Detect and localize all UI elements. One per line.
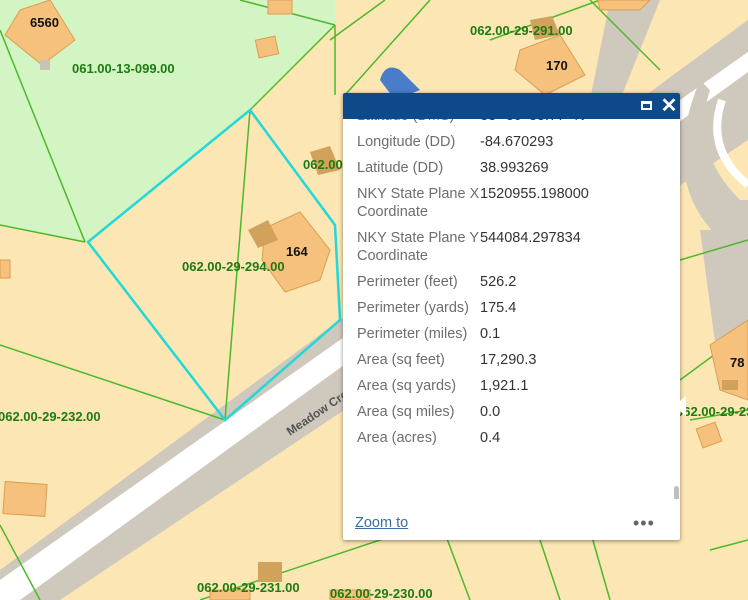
maximize-icon[interactable] <box>637 96 657 116</box>
attribute-label: Latitude (DMS) <box>357 119 480 133</box>
attribute-row: Latitude (DMS)38° 59' 35.77" N <box>357 119 667 133</box>
parcel-id-label: 062.00-29-232.00 <box>0 409 101 424</box>
attribute-value: -84.670293 <box>480 134 554 150</box>
parcel-info-popup[interactable]: ✕ Latitude (DMS)38° 59' 35.77" NLongitud… <box>343 93 686 540</box>
attribute-label: Perimeter (miles) <box>357 326 468 342</box>
attribute-row: NKY State Plane Y Coordinate 544084.29783… <box>357 229 667 273</box>
scrollbar-thumb[interactable] <box>674 486 679 499</box>
attribute-label: Latitude (DD) <box>357 160 444 176</box>
house-number-label: 6560 <box>30 15 59 30</box>
attribute-row: Area (sq yards) 1,921.1 <box>357 377 667 403</box>
attribute-label: NKY State Plane Y Coordinate <box>357 230 479 264</box>
attribute-value: 17,290.3 <box>480 352 537 368</box>
attribute-row: Latitude (DD) 38.993269 <box>357 159 667 185</box>
popup-body[interactable]: Latitude (DMS)38° 59' 35.77" NLongitude … <box>343 119 680 499</box>
attribute-value: 544084.297834 <box>480 230 581 246</box>
attribute-row: Perimeter (feet) 526.2 <box>357 273 667 299</box>
attribute-label: Area (sq feet) <box>357 352 445 368</box>
attribute-value: 38° 59' 35.77" N <box>480 119 667 133</box>
attribute-table: Latitude (DMS)38° 59' 35.77" NLongitude … <box>357 119 667 455</box>
attribute-label: Area (acres) <box>357 430 437 446</box>
attribute-value: 1,921.1 <box>480 378 529 394</box>
house-number-label: 78 <box>730 355 744 370</box>
attribute-label: Area (sq miles) <box>357 404 455 420</box>
house-number-label: 164 <box>286 244 308 259</box>
attribute-row: Perimeter (yards) 175.4 <box>357 299 667 325</box>
attribute-row: NKY State Plane X Coordinate 1520955.1980… <box>357 185 667 229</box>
parcel-id-label: 062.00-29-294.00 <box>182 259 285 274</box>
attribute-row: Perimeter (miles) 0.1 <box>357 325 667 351</box>
attribute-value: 175.4 <box>480 300 517 316</box>
attribute-row: Area (acres) 0.4 <box>357 429 667 455</box>
attribute-value: 0.4 <box>480 430 501 446</box>
popup-footer: Zoom to ••• <box>343 511 680 540</box>
parcel-id-label: 062.00 <box>303 157 343 172</box>
popup-header: ✕ <box>343 93 680 119</box>
parcel-id-label: 062.00-29-230.00 <box>330 586 433 600</box>
zoom-to-link[interactable]: Zoom to <box>355 515 408 531</box>
attribute-value: 0.0 <box>480 404 501 420</box>
close-icon[interactable]: ✕ <box>659 96 679 116</box>
attribute-value: 38.993269 <box>480 160 549 176</box>
attribute-value: 1520955.198000 <box>480 186 589 202</box>
parcel-id-label: 061.00-13-099.00 <box>72 61 175 76</box>
attribute-label: Perimeter (yards) <box>357 300 469 316</box>
parcel-id-label: 062.00-29-231.00 <box>197 580 300 595</box>
attribute-label: Area (sq yards) <box>357 378 457 394</box>
attribute-label: Perimeter (feet) <box>357 274 458 290</box>
parcel-id-label: 062.00-29-291.00 <box>470 23 573 38</box>
attribute-value: 0.1 <box>480 326 501 342</box>
parcel-id-label: 062.00-29-237.00 <box>676 404 748 419</box>
house-number-label: 170 <box>546 58 568 73</box>
attribute-row: Area (sq feet) 17,290.3 <box>357 351 667 377</box>
attribute-label: Longitude (DD) <box>357 134 456 150</box>
attribute-label: NKY State Plane X Coordinate <box>357 186 480 220</box>
more-options-button[interactable]: ••• <box>633 513 655 534</box>
attribute-value: 526.2 <box>480 274 517 290</box>
attribute-row: Area (sq miles) 0.0 <box>357 403 667 429</box>
attribute-row: Longitude (DD) -84.670293 <box>357 133 667 159</box>
